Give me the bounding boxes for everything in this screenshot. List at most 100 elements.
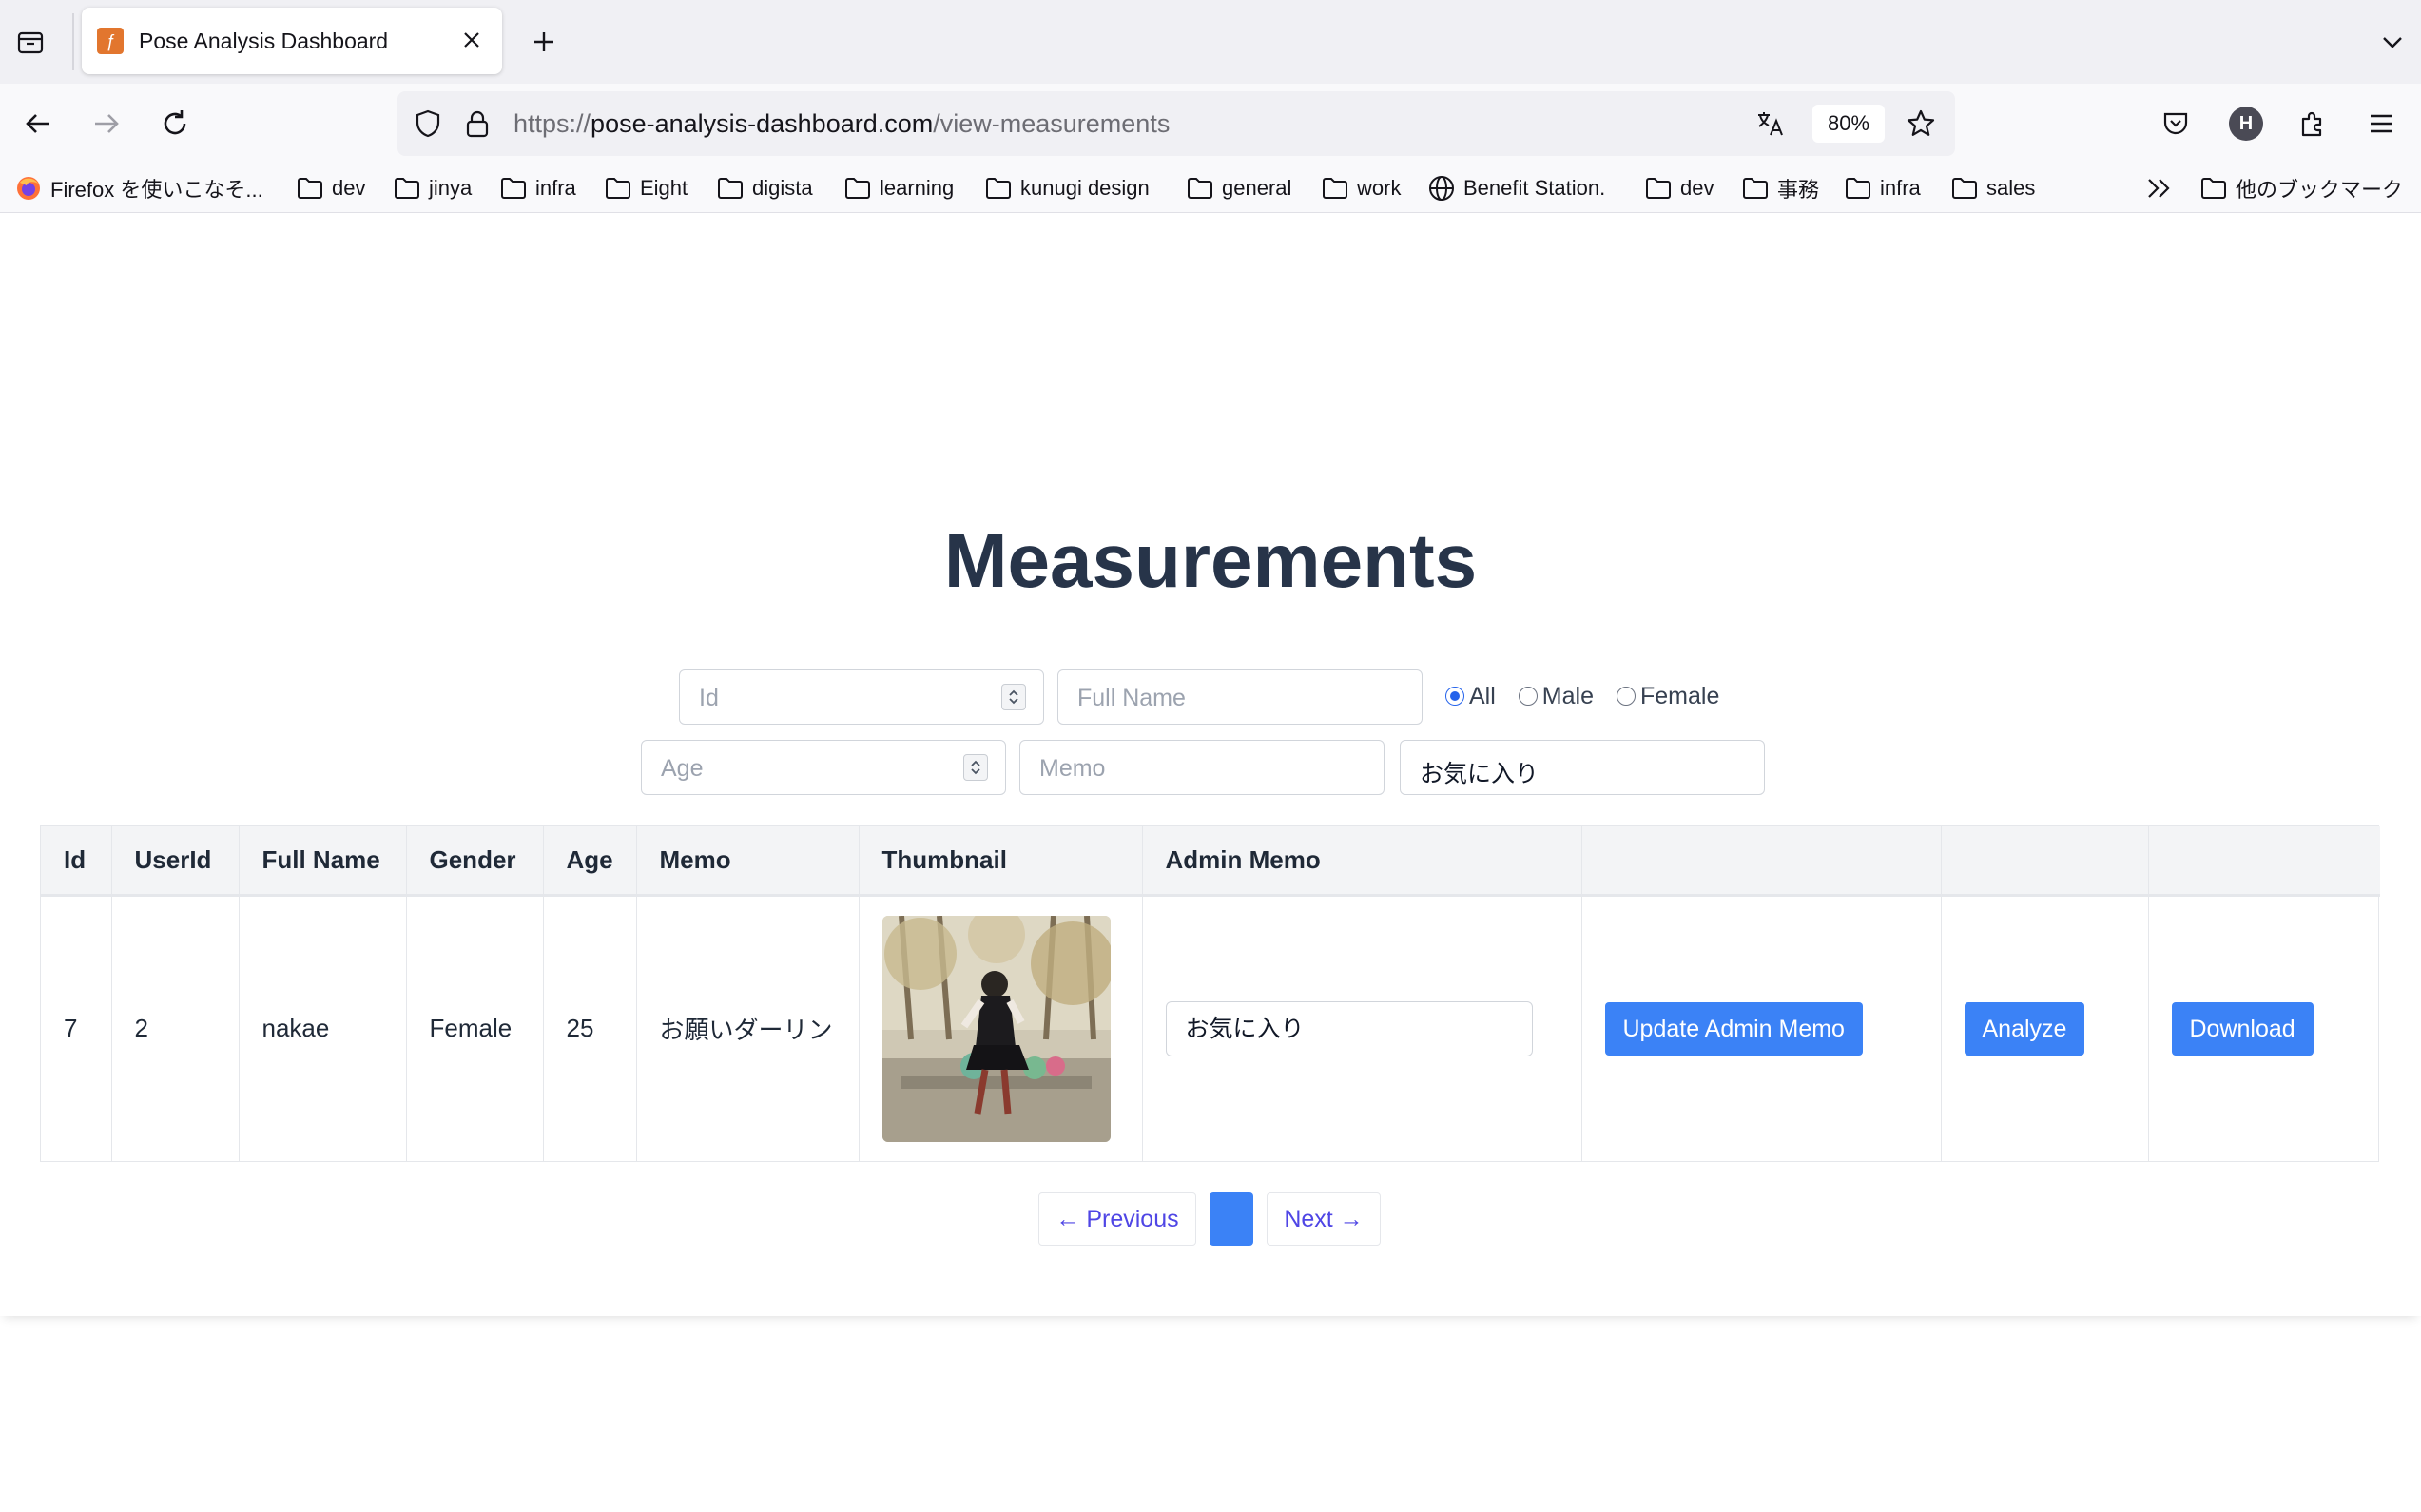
update-admin-memo-button[interactable]: Update Admin Memo <box>1604 1001 1863 1056</box>
bookmark-folder[interactable]: 事務 <box>1742 171 1819 205</box>
bookmark-folder[interactable]: jinya <box>394 171 472 205</box>
other-bookmarks-folder[interactable]: 他のブックマーク <box>2200 171 2403 205</box>
reload-icon[interactable] <box>152 101 198 146</box>
page-title: Measurements <box>943 518 1478 603</box>
tab-separator <box>72 13 74 70</box>
analyze-button[interactable]: Analyze <box>1964 1001 2085 1056</box>
bookmark-folder[interactable]: learning <box>844 171 954 205</box>
bookmark-label: kunugi design <box>1020 176 1150 200</box>
bookmark-item[interactable]: Benefit Station. <box>1428 171 1605 205</box>
navigation-toolbar: https://pose-analysis-dashboard.com/view… <box>0 84 2421 164</box>
globe-icon <box>1429 176 1454 201</box>
folder-icon <box>606 178 630 199</box>
bookmark-folder[interactable]: kunugi design <box>985 171 1150 205</box>
cell-analyze-action: Analyze <box>1941 895 2149 1161</box>
cell-id: 7 <box>41 895 112 1161</box>
address-bar[interactable]: https://pose-analysis-dashboard.com/view… <box>397 91 1955 156</box>
translate-icon[interactable] <box>1753 107 1788 141</box>
active-tab[interactable]: ƒ Pose Analysis Dashboard <box>82 8 502 74</box>
table-row: 7 2 nakae Female 25 お願いダーリン お気に入り Update… <box>41 895 2380 1161</box>
current-page-button[interactable] <box>1210 1192 1253 1246</box>
id-filter-input[interactable]: Id <box>679 669 1044 725</box>
extensions-puzzle-icon[interactable] <box>2290 101 2335 146</box>
full-name-filter-input[interactable]: Full Name <box>1057 669 1423 725</box>
site-favicon-icon: ƒ <box>97 28 124 54</box>
pocket-icon[interactable] <box>2153 101 2198 146</box>
cell-download-action: Download <box>2148 895 2380 1161</box>
memo-placeholder: Memo <box>1039 755 1106 782</box>
bookmark-label: jinya <box>429 176 473 200</box>
forward-arrow-icon[interactable] <box>84 101 129 146</box>
download-button[interactable]: Download <box>2171 1001 2314 1056</box>
folder-icon <box>298 178 322 199</box>
column-header-age: Age <box>543 826 637 895</box>
profile-avatar[interactable]: H <box>2229 107 2263 141</box>
folder-icon <box>395 178 419 199</box>
age-filter-input[interactable]: Age <box>641 740 1006 795</box>
lock-icon[interactable] <box>460 107 494 141</box>
column-header-admin-memo: Admin Memo <box>1142 826 1582 895</box>
tab-list-chevron-icon[interactable] <box>2373 23 2411 61</box>
tab-overview-icon[interactable] <box>11 23 49 61</box>
number-stepper-icon[interactable] <box>1001 684 1026 710</box>
bookmark-label: Benefit Station. <box>1463 176 1606 200</box>
folder-icon <box>1646 178 1671 199</box>
bookmark-folder[interactable]: Eight <box>605 171 688 205</box>
admin-memo-filter-value: お気に入り <box>1420 761 1540 787</box>
radio-unchecked-icon <box>1616 687 1636 706</box>
bookmarks-overflow-chevron-icon[interactable] <box>2145 171 2174 205</box>
bookmark-label: digista <box>752 176 813 200</box>
number-stepper-icon[interactable] <box>963 754 988 781</box>
bookmark-folder[interactable]: dev <box>297 171 365 205</box>
bookmark-folder[interactable]: infra <box>500 171 576 205</box>
pagination: ← Previous Next → <box>0 1192 2421 1246</box>
close-tab-icon[interactable] <box>455 23 489 57</box>
column-header-full-name: Full Name <box>239 826 407 895</box>
column-header-update-action <box>1581 826 1942 895</box>
next-page-button[interactable]: Next → <box>1267 1192 1381 1246</box>
bookmark-folder[interactable]: sales <box>1951 171 2035 205</box>
tracking-protection-shield-icon[interactable] <box>411 107 445 141</box>
admin-memo-input[interactable]: お気に入り <box>1165 1000 1533 1056</box>
bookmark-label: 事務 <box>1777 178 1820 202</box>
folder-icon <box>1743 178 1768 199</box>
bookmark-star-icon[interactable] <box>1904 107 1938 141</box>
cell-full-name: nakae <box>239 895 407 1161</box>
bookmark-folder[interactable]: work <box>1322 171 1401 205</box>
age-placeholder: Age <box>661 755 704 782</box>
previous-page-button[interactable]: ← Previous <box>1038 1192 1196 1246</box>
gender-radio-male[interactable]: Male <box>1518 683 1594 710</box>
bookmark-item[interactable]: Firefox を使いこなそ... <box>15 171 263 205</box>
bookmark-folder[interactable]: dev <box>1645 171 1714 205</box>
admin-memo-filter-input[interactable]: お気に入り <box>1400 740 1765 795</box>
bookmark-folder[interactable]: infra <box>1845 171 1921 205</box>
bookmark-label: Firefox を使いこなそ... <box>50 178 263 202</box>
tab-bar: ƒ Pose Analysis Dashboard <box>0 0 2421 84</box>
new-tab-icon[interactable] <box>525 23 563 61</box>
bookmark-label: dev <box>1680 176 1714 200</box>
memo-filter-input[interactable]: Memo <box>1019 740 1385 795</box>
bookmark-folder[interactable]: digista <box>717 171 813 205</box>
bookmark-label: work <box>1357 176 1402 200</box>
url-path: /view-measurements <box>933 109 1171 138</box>
back-arrow-icon[interactable] <box>15 101 61 146</box>
bookmark-label: sales <box>1986 176 2036 200</box>
column-header-gender: Gender <box>406 826 544 895</box>
thumbnail-image[interactable] <box>881 915 1111 1142</box>
gender-radio-group: All Male Female <box>1445 679 1742 713</box>
folder-icon <box>986 178 1011 199</box>
url-text[interactable]: https://pose-analysis-dashboard.com/view… <box>513 109 1170 139</box>
zoom-level-badge[interactable]: 80% <box>1812 105 1885 143</box>
bookmark-label: general <box>1222 176 1292 200</box>
bookmark-folder[interactable]: general <box>1187 171 1291 205</box>
cell-thumbnail <box>859 895 1143 1161</box>
page-content: Measurements Id Full Name All Male Femal… <box>0 213 2421 1512</box>
folder-icon <box>718 178 743 199</box>
gender-radio-all[interactable]: All <box>1445 683 1496 710</box>
menu-hamburger-icon[interactable] <box>2358 101 2404 146</box>
full-name-placeholder: Full Name <box>1077 685 1186 711</box>
tab-title: Pose Analysis Dashboard <box>139 29 389 53</box>
url-scheme: https:// <box>513 109 591 138</box>
bookmark-label: infra <box>535 176 576 200</box>
gender-radio-female[interactable]: Female <box>1616 683 1719 710</box>
